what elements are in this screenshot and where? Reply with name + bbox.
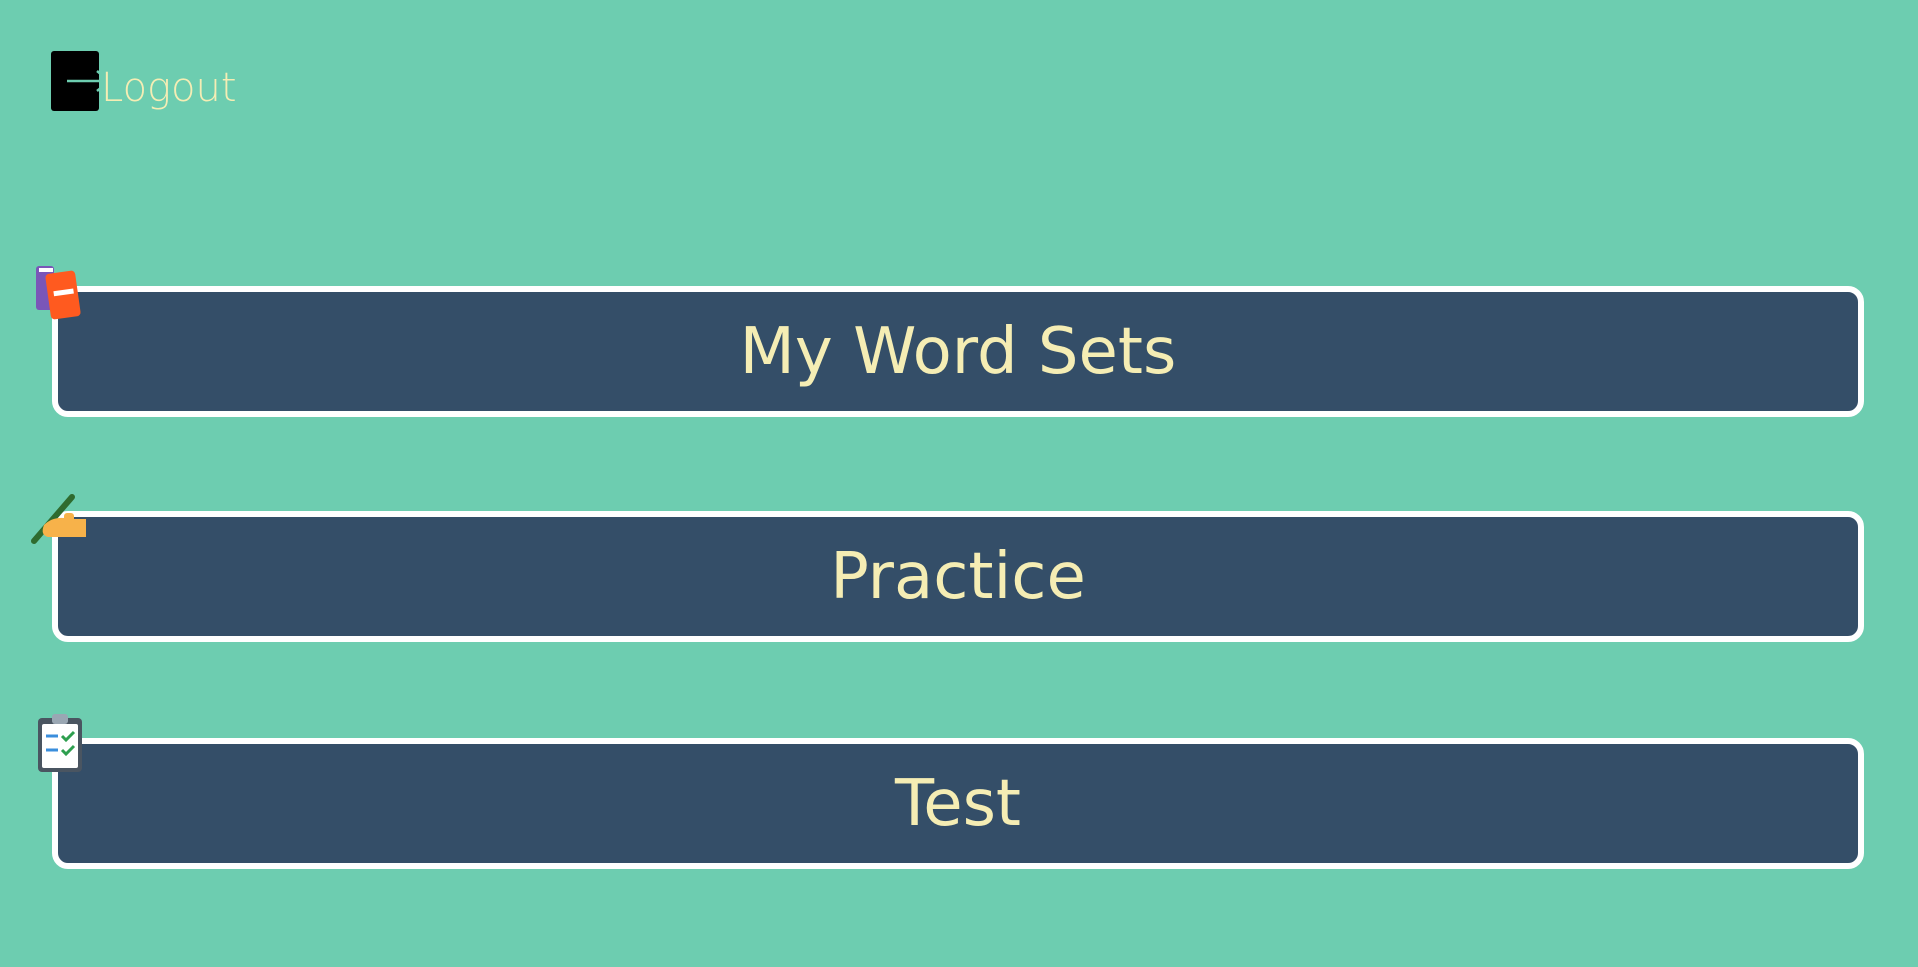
menu-item-test: Test: [38, 714, 1864, 869]
practice-label: Practice: [830, 539, 1086, 614]
logout-arrow-icon: [51, 51, 99, 111]
logout-label: Logout: [101, 65, 237, 111]
test-label: Test: [894, 766, 1022, 841]
menu-item-practice: Practice: [31, 494, 1864, 642]
writing-hand-icon: [31, 494, 86, 544]
test-button[interactable]: Test: [52, 738, 1864, 869]
practice-button[interactable]: Practice: [52, 511, 1864, 642]
my-word-sets-label: My Word Sets: [739, 314, 1177, 389]
menu-item-my-word-sets: My Word Sets: [36, 266, 1864, 417]
logout-button[interactable]: Logout: [51, 51, 237, 111]
my-word-sets-button[interactable]: My Word Sets: [52, 286, 1864, 417]
books-icon: [36, 266, 81, 320]
clipboard-check-icon: [38, 714, 82, 772]
